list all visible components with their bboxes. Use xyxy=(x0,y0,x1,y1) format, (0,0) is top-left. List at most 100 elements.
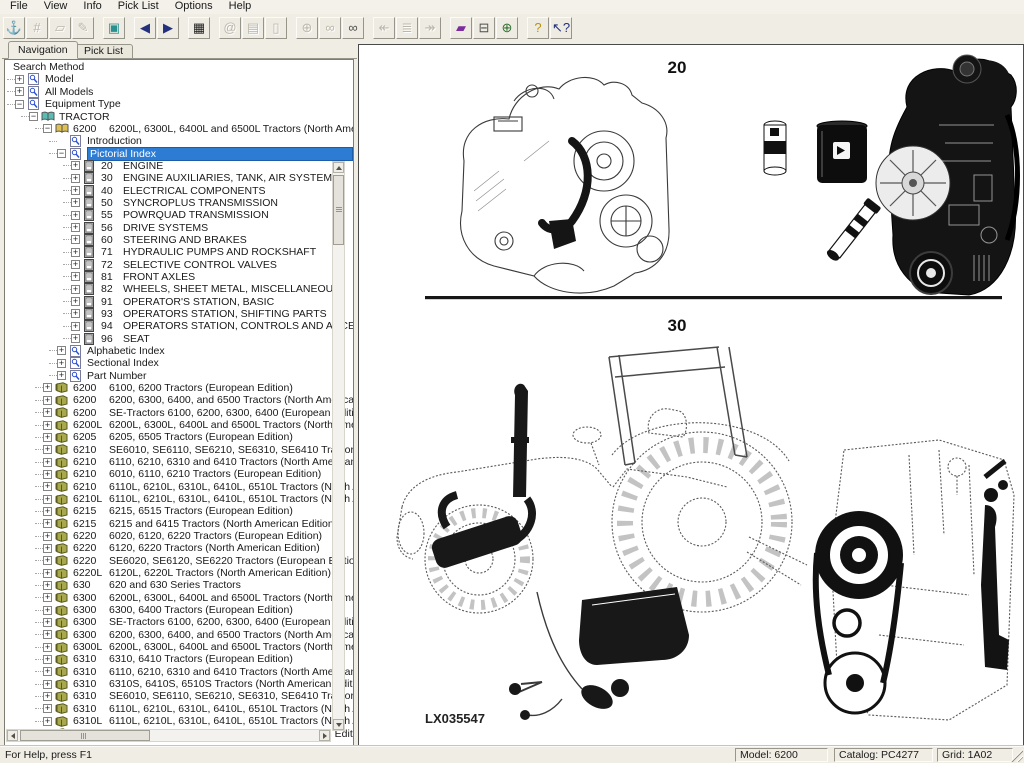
tree-vertical-scrollbar[interactable] xyxy=(332,161,345,731)
expand-plus-box[interactable]: + xyxy=(43,704,52,713)
expand-plus-box[interactable]: + xyxy=(43,556,52,565)
tree-item[interactable]: +56DRIVE SYSTEMS xyxy=(5,221,353,233)
tree-item[interactable]: +62056205, 6505 Tractors (European Editi… xyxy=(5,431,353,443)
menu-info[interactable]: Info xyxy=(75,0,109,14)
tree-item[interactable]: −62006200L, 6300L, 6400L and 6500L Tract… xyxy=(5,123,353,135)
tree-item[interactable]: +72SELECTIVE CONTROL VALVES xyxy=(5,258,353,270)
tree-item[interactable]: +62206020, 6120, 6220 Tractors (European… xyxy=(5,530,353,542)
section-30-figure[interactable]: 30 xyxy=(397,316,1014,726)
tree-item[interactable]: +62156215, 6515 Tractors (European Editi… xyxy=(5,505,353,517)
tree-item[interactable]: +6310L6110L, 6210L, 6310L, 6410L, 6510L … xyxy=(5,715,353,727)
tree-item[interactable]: +62006200, 6300, 6400, and 6500 Tractors… xyxy=(5,394,353,406)
expand-plus-box[interactable]: + xyxy=(43,606,52,615)
tree-item[interactable]: +6300L6200L, 6300L, 6400L and 6500L Trac… xyxy=(5,641,353,653)
tree-item[interactable]: Search Method xyxy=(5,61,353,73)
tree-item[interactable]: +60STEERING AND BRAKES xyxy=(5,234,353,246)
expand-plus-box[interactable]: + xyxy=(43,519,52,528)
menu-options[interactable]: Options xyxy=(167,0,221,14)
edit-notes-button[interactable]: ▤ xyxy=(242,17,264,39)
tree-item[interactable]: +63106310S, 6410S, 6510S Tractors (North… xyxy=(5,678,353,690)
tree-item[interactable]: +81FRONT AXLES xyxy=(5,271,353,283)
expand-plus-box[interactable]: + xyxy=(71,186,80,195)
tree-item[interactable]: +82WHEELS, SHEET METAL, MISCELLANEOUS xyxy=(5,283,353,295)
list-lines-button[interactable]: ≣ xyxy=(396,17,418,39)
tree-item[interactable]: +50SYNCROPLUS TRANSMISSION xyxy=(5,197,353,209)
globe-edit-button[interactable]: ⊕ xyxy=(296,17,318,39)
expand-plus-box[interactable]: + xyxy=(43,581,52,590)
expand-plus-box[interactable]: + xyxy=(43,445,52,454)
nav-forward-button[interactable]: ▶ xyxy=(157,17,179,39)
collapse-minus-box[interactable]: − xyxy=(29,112,38,121)
tab-navigation[interactable]: Navigation xyxy=(8,41,78,59)
tree-item[interactable]: +62106110, 6210, 6310 and 6410 Tractors … xyxy=(5,456,353,468)
tree-item[interactable]: +93OPERATORS STATION, SHIFTING PARTS xyxy=(5,308,353,320)
tree-item[interactable]: +62106010, 6110, 6210 Tractors (European… xyxy=(5,468,353,480)
tree-item[interactable]: +94OPERATORS STATION, CONTROLS AND ACCES… xyxy=(5,320,353,332)
expand-plus-box[interactable]: + xyxy=(71,174,80,183)
tree-item[interactable]: +63106110L, 6210L, 6310L, 6410L, 6510L T… xyxy=(5,703,353,715)
expand-plus-box[interactable]: + xyxy=(71,260,80,269)
expand-plus-box[interactable]: + xyxy=(43,433,52,442)
expand-plus-box[interactable]: + xyxy=(71,322,80,331)
tree-item[interactable]: +Alphabetic Index xyxy=(5,345,353,357)
tree-item[interactable]: −TRACTOR xyxy=(5,110,353,122)
expand-plus-box[interactable]: + xyxy=(43,643,52,652)
part-number-button[interactable]: # xyxy=(26,17,48,39)
expand-plus-box[interactable]: + xyxy=(43,692,52,701)
tree-item[interactable]: +6310SE6010, SE6110, SE6210, SE6310, SE6… xyxy=(5,690,353,702)
tree-item[interactable]: +62006100, 6200 Tractors (European Editi… xyxy=(5,382,353,394)
menu-view[interactable]: View xyxy=(36,0,76,14)
scroll-down-button[interactable] xyxy=(333,719,344,730)
binoculars-active-button[interactable]: ∞ xyxy=(342,17,364,39)
expand-plus-box[interactable]: + xyxy=(43,717,52,726)
expand-plus-box[interactable]: + xyxy=(43,569,52,578)
expand-plus-box[interactable]: + xyxy=(15,87,24,96)
menu-help[interactable]: Help xyxy=(221,0,260,14)
tree-item[interactable]: +630620 and 630 Series Tractors xyxy=(5,579,353,591)
expand-plus-box[interactable]: + xyxy=(71,248,80,257)
vertical-scroll-thumb[interactable] xyxy=(333,175,344,245)
book-button[interactable]: ▰ xyxy=(450,17,472,39)
section-20-figure[interactable]: 20 xyxy=(425,55,1018,299)
menu-pick-list[interactable]: Pick List xyxy=(110,0,167,14)
tree-item[interactable]: +All Models xyxy=(5,86,353,98)
expand-plus-box[interactable]: + xyxy=(43,408,52,417)
expand-plus-box[interactable]: + xyxy=(71,309,80,318)
collapse-minus-box[interactable]: − xyxy=(57,149,66,158)
tree-item[interactable]: +6300SE-Tractors 6100, 6200, 6300, 6400 … xyxy=(5,616,353,628)
expand-plus-box[interactable]: + xyxy=(43,680,52,689)
expand-plus-box[interactable]: + xyxy=(57,359,66,368)
tree-item[interactable]: +62106110L, 6210L, 6310L, 6410L, 6510L T… xyxy=(5,481,353,493)
expand-plus-box[interactable]: + xyxy=(43,655,52,664)
tree-item[interactable]: Introduction xyxy=(5,135,353,147)
edit-pencil-button[interactable]: ✎ xyxy=(72,17,94,39)
zoom-at-button[interactable]: @ xyxy=(219,17,241,39)
expand-plus-box[interactable]: + xyxy=(43,470,52,479)
menu-file[interactable]: File xyxy=(2,0,36,14)
jump-forward-button[interactable]: ↠ xyxy=(419,17,441,39)
expand-plus-box[interactable]: + xyxy=(71,161,80,170)
expand-plus-box[interactable]: + xyxy=(71,198,80,207)
tree-item[interactable]: +Sectional Index xyxy=(5,357,353,369)
expand-plus-box[interactable]: + xyxy=(71,297,80,306)
screen-button[interactable]: ▣ xyxy=(103,17,125,39)
tree-item[interactable]: +63106310, 6410 Tractors (European Editi… xyxy=(5,653,353,665)
expand-plus-box[interactable]: + xyxy=(57,371,66,380)
help-button[interactable]: ? xyxy=(527,17,549,39)
expand-plus-box[interactable]: + xyxy=(71,223,80,232)
expand-plus-box[interactable]: + xyxy=(43,421,52,430)
tree-item[interactable]: +71HYDRAULIC PUMPS AND ROCKSHAFT xyxy=(5,246,353,258)
scroll-left-button[interactable] xyxy=(7,730,18,741)
expand-plus-box[interactable]: + xyxy=(71,334,80,343)
expand-plus-box[interactable]: + xyxy=(71,272,80,281)
expand-plus-box[interactable]: + xyxy=(43,593,52,602)
expand-plus-box[interactable]: + xyxy=(43,667,52,676)
tree-item[interactable]: +63006300, 6400 Tractors (European Editi… xyxy=(5,604,353,616)
expand-plus-box[interactable]: + xyxy=(15,75,24,84)
grid-button[interactable]: ▦ xyxy=(188,17,210,39)
tree-item[interactable]: +96SEAT xyxy=(5,332,353,344)
expand-plus-box[interactable]: + xyxy=(43,495,52,504)
tree-item[interactable]: +6210L6110L, 6210L, 6310L, 6410L, 6510L … xyxy=(5,493,353,505)
expand-plus-box[interactable]: + xyxy=(43,544,52,553)
tree-item[interactable]: +30ENGINE AUXILIARIES, TANK, AIR SYSTEM xyxy=(5,172,353,184)
